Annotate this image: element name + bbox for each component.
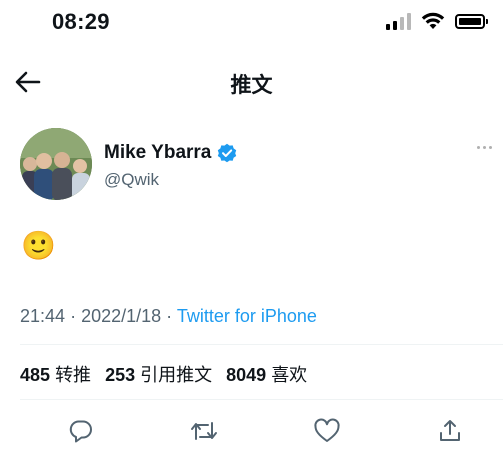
avatar-photo [20,128,92,200]
status-time: 08:29 [52,9,110,34]
quotes-label: 引用推文 [140,365,213,385]
tweet-text: 🙂 [21,230,56,261]
retweets-stat[interactable]: 485 转推 [20,361,91,387]
tweet-stats: 485 转推 253 引用推文 8049 喜欢 [20,361,307,387]
author-name-row: Mike Ybarra [104,142,237,164]
like-button[interactable] [310,414,344,448]
tweet-source-link[interactable]: Twitter for iPhone [177,306,317,326]
author-handle[interactable]: @Qwik [104,170,159,190]
reply-button[interactable] [64,414,98,448]
navigation-bar: 推文 [0,60,503,106]
retweets-label: 转推 [55,365,92,385]
tweet-meta: 21:44 · 2022/1/18 · Twitter for iPhone [20,306,317,327]
divider [20,344,503,345]
page-title: 推文 [230,74,273,97]
author-name[interactable]: Mike Ybarra [104,142,211,164]
retweet-icon [191,422,217,440]
tweet-time: 21:44 [20,306,66,326]
meta-separator: · [166,306,173,326]
quotes-stat[interactable]: 253 引用推文 [105,361,212,387]
wifi-icon [421,12,445,29]
quotes-count: 253 [105,365,136,385]
avatar[interactable] [20,128,92,200]
tweet-author: Mike Ybarra @Qwik [20,128,492,204]
meta-separator: · [70,306,77,326]
retweet-button[interactable] [187,414,221,448]
reply-icon [69,420,92,443]
share-button[interactable] [433,414,467,448]
divider [20,399,503,400]
retweets-count: 485 [20,365,51,385]
cellular-signal-icon [386,12,411,30]
heart-icon [314,418,340,442]
tweet-date: 2022/1/18 [81,306,162,326]
status-bar: 08:29 [0,0,503,48]
likes-label: 喜欢 [271,365,308,385]
likes-stat[interactable]: 8049 喜欢 [226,361,307,387]
likes-count: 8049 [226,365,267,385]
battery-icon [455,13,488,29]
tweet-actions [0,408,503,452]
verified-badge-icon [218,143,237,163]
share-icon [440,420,460,441]
more-dots-icon[interactable] [477,146,492,149]
status-icons [386,12,488,30]
